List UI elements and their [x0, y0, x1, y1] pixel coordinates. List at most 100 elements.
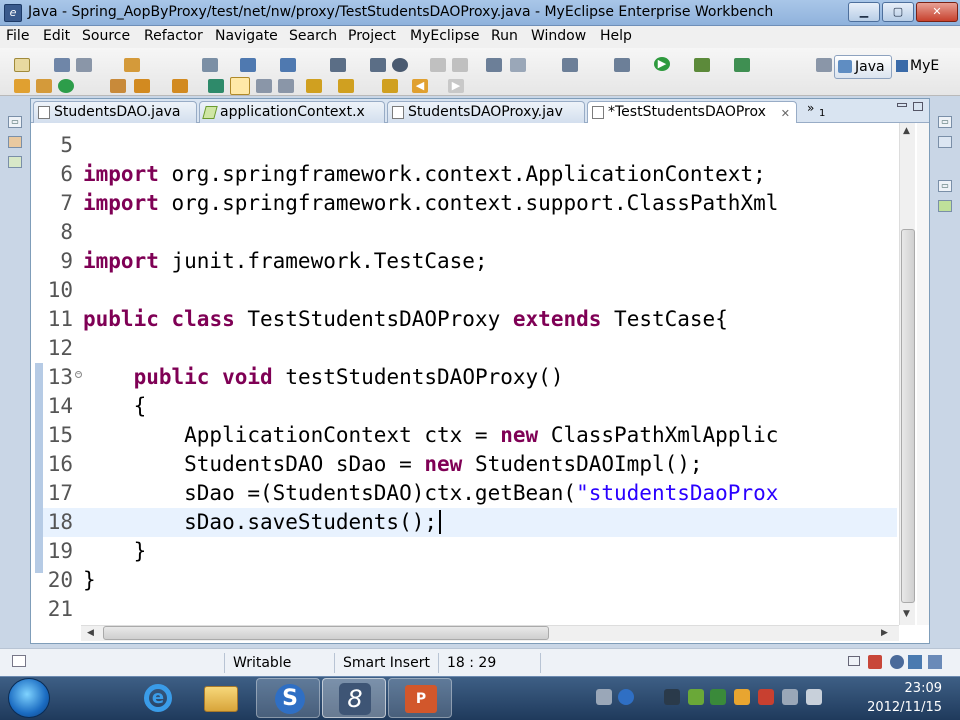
- show-whitespace-icon[interactable]: [278, 79, 294, 93]
- settings-icon[interactable]: [486, 58, 502, 72]
- save-icon[interactable]: [54, 58, 70, 72]
- horizontal-scroll-thumb[interactable]: [103, 626, 549, 640]
- network-icon[interactable]: [782, 689, 798, 705]
- tab-application-context[interactable]: applicationContext.x: [199, 101, 385, 123]
- block-selection-icon[interactable]: [256, 79, 272, 93]
- code-line[interactable]: 13 public void testStudentsDAOProxy() −: [31, 363, 897, 392]
- declaration-icon[interactable]: [908, 655, 922, 669]
- search-icon[interactable]: [280, 58, 296, 72]
- outline-icon[interactable]: [938, 136, 952, 148]
- taskbar-powerpoint[interactable]: P: [388, 678, 452, 718]
- menu-help[interactable]: Help: [600, 28, 632, 44]
- code-line[interactable]: 14 {: [31, 392, 897, 421]
- new-icon[interactable]: [14, 58, 30, 72]
- menu-window[interactable]: Window: [531, 28, 586, 44]
- menu-navigate[interactable]: Navigate: [215, 28, 278, 44]
- code-line[interactable]: 15 ApplicationContext ctx = new ClassPat…: [31, 421, 897, 450]
- browser-icon[interactable]: [392, 58, 408, 72]
- minimize-button[interactable]: ▁: [848, 2, 880, 22]
- tab-students-dao[interactable]: StudentsDAO.java: [33, 101, 197, 123]
- external-tools-icon[interactable]: [694, 58, 710, 72]
- title-bar[interactable]: e Java - Spring_AopByProxy/test/net/nw/p…: [0, 0, 960, 26]
- fold-toggle-icon[interactable]: −: [75, 371, 82, 378]
- next-annotation-icon[interactable]: [306, 79, 322, 93]
- volume-icon[interactable]: [806, 689, 822, 705]
- print-icon[interactable]: [76, 58, 92, 72]
- pencil-icon[interactable]: [134, 79, 150, 93]
- tab-students-dao-proxy[interactable]: StudentsDAOProxy.jav: [387, 101, 585, 123]
- forward-icon[interactable]: ▶: [448, 79, 464, 93]
- hierarchy-icon[interactable]: [8, 156, 22, 168]
- maximize-editor-icon[interactable]: [913, 102, 923, 111]
- code-line[interactable]: 18 sDao.saveStudents();: [31, 508, 897, 537]
- code-line[interactable]: 6 import org.springframework.context.Appl…: [31, 160, 897, 189]
- scroll-down-icon[interactable]: ▼: [903, 609, 910, 619]
- code-editor[interactable]: 5 6 import org.springframework.context.App…: [31, 123, 897, 625]
- start-button[interactable]: [8, 678, 50, 718]
- last-edit-icon[interactable]: [382, 79, 398, 93]
- taskbar-ie[interactable]: e: [124, 678, 188, 718]
- open-resource-icon[interactable]: [36, 79, 52, 93]
- monitor-icon[interactable]: [664, 689, 680, 705]
- keyboard-icon[interactable]: [596, 689, 612, 705]
- taskbar-explorer[interactable]: [188, 678, 252, 718]
- package-explorer-icon[interactable]: [8, 136, 22, 148]
- new-project-icon[interactable]: [124, 58, 140, 72]
- scroll-left-icon[interactable]: ◀: [87, 628, 94, 638]
- menu-project[interactable]: Project: [348, 28, 396, 44]
- clock-time[interactable]: 23:09: [862, 681, 942, 696]
- vertical-scroll-thumb[interactable]: [901, 229, 915, 603]
- run-icon[interactable]: ▶: [654, 57, 670, 71]
- restore-view-icon[interactable]: ▭: [8, 116, 22, 128]
- code-line[interactable]: 12: [31, 334, 897, 363]
- code-line[interactable]: 8: [31, 218, 897, 247]
- server-icon[interactable]: [202, 58, 218, 72]
- gear-icon[interactable]: [510, 58, 526, 72]
- code-line[interactable]: 10: [31, 276, 897, 305]
- minimize-editor-icon[interactable]: [897, 103, 907, 107]
- refresh-icon[interactable]: [58, 79, 74, 93]
- help-icon[interactable]: [618, 689, 634, 705]
- code-line[interactable]: 11 public class TestStudentsDAOProxy exte…: [31, 305, 897, 334]
- database-icon[interactable]: [430, 58, 446, 72]
- package-icon[interactable]: [330, 58, 346, 72]
- mark-occurrences-icon[interactable]: [230, 77, 250, 95]
- menu-search[interactable]: Search: [289, 28, 337, 44]
- tab-overflow-button[interactable]: »: [807, 101, 814, 115]
- menu-refactor[interactable]: Refactor: [144, 28, 203, 44]
- javadoc-icon[interactable]: [890, 655, 904, 669]
- flag-icon[interactable]: [758, 689, 774, 705]
- camera-icon[interactable]: [562, 58, 578, 72]
- code-line[interactable]: 5: [31, 131, 897, 160]
- menu-file[interactable]: File: [6, 28, 29, 44]
- scroll-up-icon[interactable]: ▲: [903, 126, 910, 136]
- qq-icon[interactable]: [734, 689, 750, 705]
- problems-icon[interactable]: [868, 655, 882, 669]
- code-line[interactable]: 19 }: [31, 537, 897, 566]
- taskbar-sogou[interactable]: S: [256, 678, 320, 718]
- tab-test-students-dao-proxy[interactable]: *TestStudentsDAOProx ✕: [587, 101, 797, 124]
- restore-panel-icon[interactable]: [848, 656, 860, 666]
- taskbar-myeclipse[interactable]: 8: [322, 678, 386, 718]
- network-app-icon[interactable]: [710, 689, 726, 705]
- code-line[interactable]: 20}: [31, 566, 897, 595]
- fast-view-icon[interactable]: [12, 655, 26, 667]
- code-line[interactable]: 7 import org.springframework.context.supp…: [31, 189, 897, 218]
- menu-source[interactable]: Source: [82, 28, 130, 44]
- debug-icon[interactable]: [614, 58, 630, 72]
- snippets-icon[interactable]: [938, 200, 952, 212]
- maximize-button[interactable]: ▢: [882, 2, 914, 22]
- security-icon[interactable]: [688, 689, 704, 705]
- task-icon[interactable]: [110, 79, 126, 93]
- code-line[interactable]: 16 StudentsDAO sDao = new StudentsDAOImp…: [31, 450, 897, 479]
- scroll-right-icon[interactable]: ▶: [881, 628, 888, 638]
- back-icon[interactable]: ◀: [412, 79, 428, 93]
- open-perspective-icon[interactable]: [816, 58, 832, 72]
- open-type-icon[interactable]: [14, 79, 30, 93]
- code-line[interactable]: 17 sDao =(StudentsDAO)ctx.getBean("stude…: [31, 479, 897, 508]
- menu-edit[interactable]: Edit: [43, 28, 70, 44]
- menu-run[interactable]: Run: [491, 28, 518, 44]
- bookmark-icon[interactable]: [172, 79, 188, 93]
- web-project-icon[interactable]: [370, 58, 386, 72]
- deploy-icon[interactable]: [240, 58, 256, 72]
